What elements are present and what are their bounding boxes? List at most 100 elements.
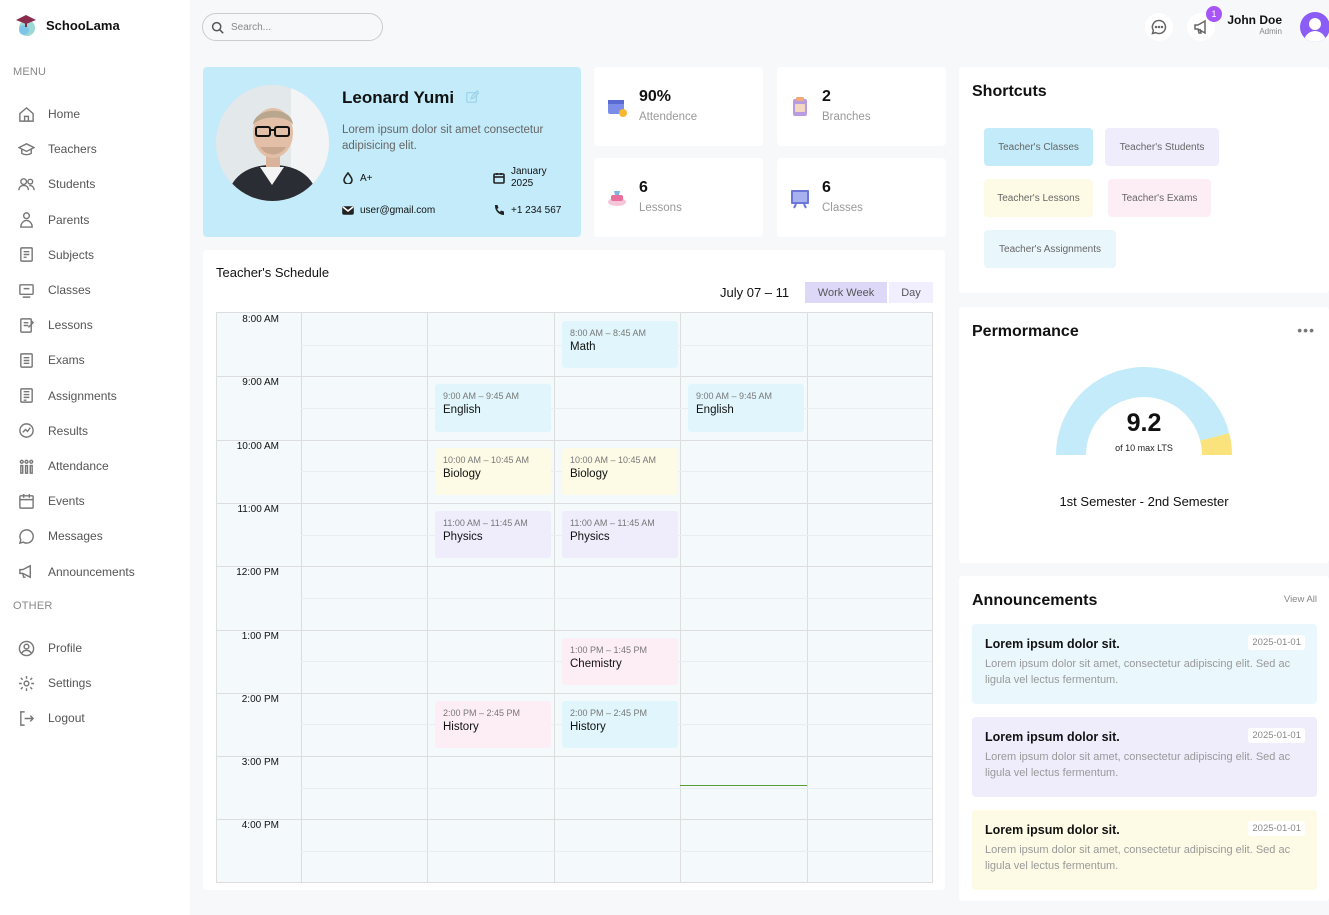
stat-card-lessons: 6 Lessons [594, 158, 763, 237]
schedule-event-biology[interactable]: 10:00 AM – 10:45 AM Biology [562, 447, 678, 496]
sidebar: SchooLama MENU Home Teachers Students Paren… [0, 0, 190, 915]
subjects-icon [20, 247, 33, 263]
sidebar-item-label: Logout [48, 711, 85, 725]
sidebar-item-label: Home [48, 107, 81, 121]
search-bar[interactable] [202, 13, 383, 41]
more-options-icon[interactable]: ••• [1297, 322, 1315, 338]
results-icon [19, 423, 34, 439]
schedule-event-english[interactable]: 9:00 AM – 9:45 AM English [435, 384, 551, 432]
time-slot-label: 9:00 AM [242, 377, 279, 389]
shortcut-teacher-s-assignments[interactable]: Teacher's Assignments [984, 230, 1116, 268]
sidebar-item-exams[interactable]: Exams [18, 350, 85, 370]
schedule-event-chemistry[interactable]: 1:00 PM – 1:45 PM Chemistry [562, 637, 678, 685]
announcement-item[interactable]: Lorem ipsum dolor sit. 2025-01-01 Lorem ip… [972, 624, 1317, 704]
event-time: 2:00 PM – 2:45 PM [443, 707, 521, 718]
stat-value: 90% [639, 88, 672, 105]
sidebar-item-announcements[interactable]: Announcements [18, 562, 135, 582]
app-name: SchooLama [46, 17, 120, 33]
sidebar-item-label: Lessons [48, 318, 93, 333]
sidebar-item-label: Students [48, 177, 96, 192]
grid-half-hour-line [301, 787, 932, 789]
view-all-link[interactable]: View All [1284, 594, 1317, 605]
notification-badge: 1 [1206, 6, 1222, 22]
grid-half-hour-line [301, 597, 932, 599]
menu-section-label: MENU [13, 66, 47, 78]
sidebar-item-attendance[interactable]: Attendance [18, 456, 109, 476]
user-avatar[interactable] [1300, 12, 1329, 42]
schedule-event-physics[interactable]: 11:00 AM – 11:45 AM Physics [435, 510, 551, 559]
app-logo[interactable]: SchooLama [14, 12, 120, 38]
schedule-event-history[interactable]: 2:00 PM – 2:45 PM History [435, 700, 551, 749]
announcement-item[interactable]: Lorem ipsum dolor sit. 2025-01-01 Lorem ip… [972, 810, 1317, 890]
edit-profile-button[interactable] [465, 89, 480, 109]
stat-label: Attendence [639, 111, 698, 123]
announcements-panel: Announcements View All Lorem ipsum dolor… [959, 576, 1329, 901]
shortcut-teacher-s-classes[interactable]: Teacher's Classes [984, 128, 1093, 166]
events-icon [19, 493, 34, 509]
logout-icon [20, 710, 35, 726]
edit-icon [466, 89, 480, 103]
sidebar-item-events[interactable]: Events [18, 491, 85, 511]
sidebar-item-messages[interactable]: Messages [18, 526, 103, 546]
attendance-icon [606, 96, 628, 118]
shortcut-teacher-s-exams[interactable]: Teacher's Exams [1108, 179, 1211, 217]
sidebar-item-label: Announcements [48, 564, 135, 579]
phone-info: +1 234 567 [493, 204, 561, 216]
user-role: Admin [1259, 27, 1282, 36]
schedule-event-english[interactable]: 9:00 AM – 9:45 AM English [688, 384, 804, 432]
calendar-icon [493, 173, 505, 184]
shortcuts-panel: Shortcuts Teacher's Classes Teacher's Stu… [959, 67, 1329, 293]
sidebar-item-label: Exams [48, 353, 85, 368]
schedule-event-physics[interactable]: 11:00 AM – 11:45 AM Physics [562, 510, 678, 559]
announcements-icon [19, 564, 31, 579]
sidebar-item-classes[interactable]: Classes [18, 280, 91, 300]
schedule-grid[interactable]: 8:00 AM 9:00 AM 10:00 AM 11:00 AM 12:00 PM 1:… [216, 312, 933, 883]
search-input[interactable] [231, 21, 361, 33]
sidebar-item-results[interactable]: Results [18, 421, 88, 441]
sidebar-item-logout[interactable]: Logout [18, 708, 85, 728]
event-subject: Biology [570, 467, 608, 480]
branches-icon [789, 96, 811, 118]
grid-hour-line [217, 819, 932, 821]
sidebar-item-parents[interactable]: Parents [18, 210, 89, 230]
sidebar-item-settings[interactable]: Settings [18, 673, 91, 693]
sidebar-item-students[interactable]: Students [18, 174, 95, 194]
event-subject: Physics [443, 530, 483, 543]
stat-card-classes: 6 Classes [777, 158, 946, 237]
grid-hour-line [217, 756, 932, 758]
shortcut-teacher-s-lessons[interactable]: Teacher's Lessons [984, 179, 1093, 217]
schedule-event-history[interactable]: 2:00 PM – 2:45 PM History [562, 700, 678, 749]
sidebar-item-profile[interactable]: Profile [18, 638, 82, 658]
shortcut-teacher-s-students[interactable]: Teacher's Students [1105, 128, 1219, 166]
assignments-icon [20, 388, 33, 403]
announcement-item[interactable]: Lorem ipsum dolor sit. 2025-01-01 Lorem ip… [972, 717, 1317, 797]
shortcuts-title: Shortcuts [972, 83, 1047, 100]
sidebar-item-subjects[interactable]: Subjects [18, 245, 94, 265]
sidebar-item-lessons[interactable]: Lessons [18, 315, 93, 335]
performance-panel: Permormance ••• 9.2 of 10 max LTS 1st Se… [959, 307, 1329, 563]
grid-hour-line [217, 629, 932, 631]
event-subject: Chemistry [570, 657, 622, 670]
sidebar-item-assignments[interactable]: Assignments [18, 386, 117, 406]
students-icon [18, 178, 35, 191]
messages-button[interactable] [1145, 13, 1173, 41]
event-subject: History [443, 720, 479, 733]
event-subject: Physics [570, 530, 610, 543]
schedule-event-math[interactable]: 8:00 AM – 8:45 AM Math [562, 321, 678, 369]
event-time: 10:00 AM – 10:45 AM [570, 454, 657, 465]
profile-photo [216, 85, 329, 201]
day-view-button[interactable]: Day [889, 282, 933, 303]
stat-value: 6 [639, 179, 648, 196]
work-week-view-button[interactable]: Work Week [805, 282, 887, 303]
announcement-date: 2025-01-01 [1248, 821, 1305, 836]
grid-half-hour-line [301, 407, 932, 409]
performance-subtitle: of 10 max LTS [1115, 443, 1173, 453]
grid-hour-line [217, 439, 932, 441]
time-slot-label: 10:00 AM [236, 440, 279, 452]
performance-gauge: 9.2 of 10 max LTS [1054, 366, 1234, 462]
sidebar-item-label: Classes [48, 283, 91, 297]
schedule-event-biology[interactable]: 10:00 AM – 10:45 AM Biology [435, 447, 551, 496]
sidebar-item-teachers[interactable]: Teachers [18, 139, 97, 159]
sidebar-item-home[interactable]: Home [18, 104, 80, 124]
event-time: 2:00 PM – 2:45 PM [570, 707, 648, 718]
